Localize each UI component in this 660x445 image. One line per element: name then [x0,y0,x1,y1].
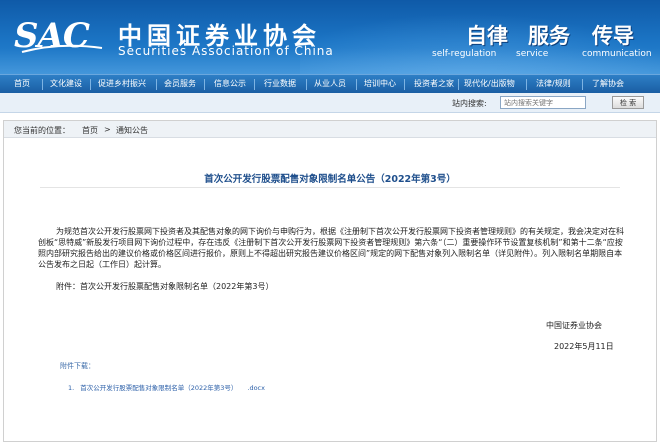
search-label: 站内搜索: [452,99,487,108]
org-name-en: Securities Association of China [118,44,334,58]
nav-item-home[interactable]: 首页 [14,78,30,89]
motto-en-service: service [516,49,549,59]
main-nav: 首页 文化建设 促进乡村振兴 会员服务 信息公示 行业数据 从业人员 培训中心 … [0,74,660,93]
site-header-banner: SAC 中国证券业协会 Securities Association of Ch… [0,0,660,74]
nav-item-industry-data[interactable]: 行业数据 [264,78,296,89]
nav-item-member-services[interactable]: 会员服务 [164,78,196,89]
attachment-note: 附件：首次公开发行股票配售对象限制名单（2022年第3号） [56,282,274,291]
nav-divider [204,79,205,90]
breadcrumb: 您当前的位置： 首页 > 通知公告 [4,121,656,138]
download-extension: .docx [247,384,265,392]
breadcrumb-section-link[interactable]: 通知公告 [116,125,148,136]
download-link[interactable]: 1. 首次公开发行股票配售对象限制名单（2022年第3号） .docx [68,382,265,392]
nav-divider [404,79,405,90]
nav-item-practitioners[interactable]: 从业人员 [314,78,346,89]
nav-item-investors[interactable]: 投资者之家 [414,78,454,89]
nav-divider [526,79,527,90]
search-input[interactable] [500,96,586,109]
sac-logo[interactable]: SAC [14,14,108,56]
article-title: 首次公开发行股票配售对象限制名单公告（2022年第3号） [204,174,456,185]
nav-item-culture[interactable]: 文化建设 [50,78,82,89]
nav-item-rural[interactable]: 促进乡村振兴 [98,78,146,89]
article-body: 为规范首次公开发行股票网下投资者及其配售对象的网下询价与申购行为，根据《注册制下… [38,227,624,269]
logo-swoosh-icon [21,44,103,53]
nav-item-disclosure[interactable]: 信息公示 [214,78,246,89]
motto-self-regulation: 自律 [466,23,508,48]
motto-service: 服务 [528,23,570,48]
nav-divider [90,79,91,90]
signature-org: 中国证券业协会 [546,321,602,330]
motto-en-communication: communication [582,49,652,59]
motto-communication: 传导 [592,23,634,48]
nav-divider [306,79,307,90]
breadcrumb-separator: > [104,125,111,134]
nav-divider [42,79,43,90]
search-button[interactable]: 检 索 [612,96,644,109]
nav-divider [356,79,357,90]
breadcrumb-home-link[interactable]: 首页 [82,125,98,136]
downloads-label: 附件下载： [60,362,95,370]
nav-item-laws-rules[interactable]: 法律/规则 [536,78,571,89]
nav-item-training[interactable]: 培训中心 [364,78,396,89]
nav-divider [254,79,255,90]
main-content: 您当前的位置： 首页 > 通知公告 首次公开发行股票配售对象限制名单公告（202… [3,120,657,442]
download-number: 1. [68,384,75,392]
signature-date: 2022年5月11日 [554,342,614,351]
download-filename: 首次公开发行股票配售对象限制名单（2022年第3号） [80,384,238,392]
breadcrumb-prefix: 您当前的位置： [14,126,70,135]
search-bar: 站内搜索: 检 索 [0,93,660,113]
nav-item-publications[interactable]: 现代化/出版物 [464,78,515,89]
motto-en-self-regulation: self-regulation [432,49,497,59]
nav-divider [458,79,459,90]
nav-divider [582,79,583,90]
nav-item-about[interactable]: 了解协会 [592,78,624,89]
nav-divider [156,79,157,90]
title-divider [40,187,620,188]
